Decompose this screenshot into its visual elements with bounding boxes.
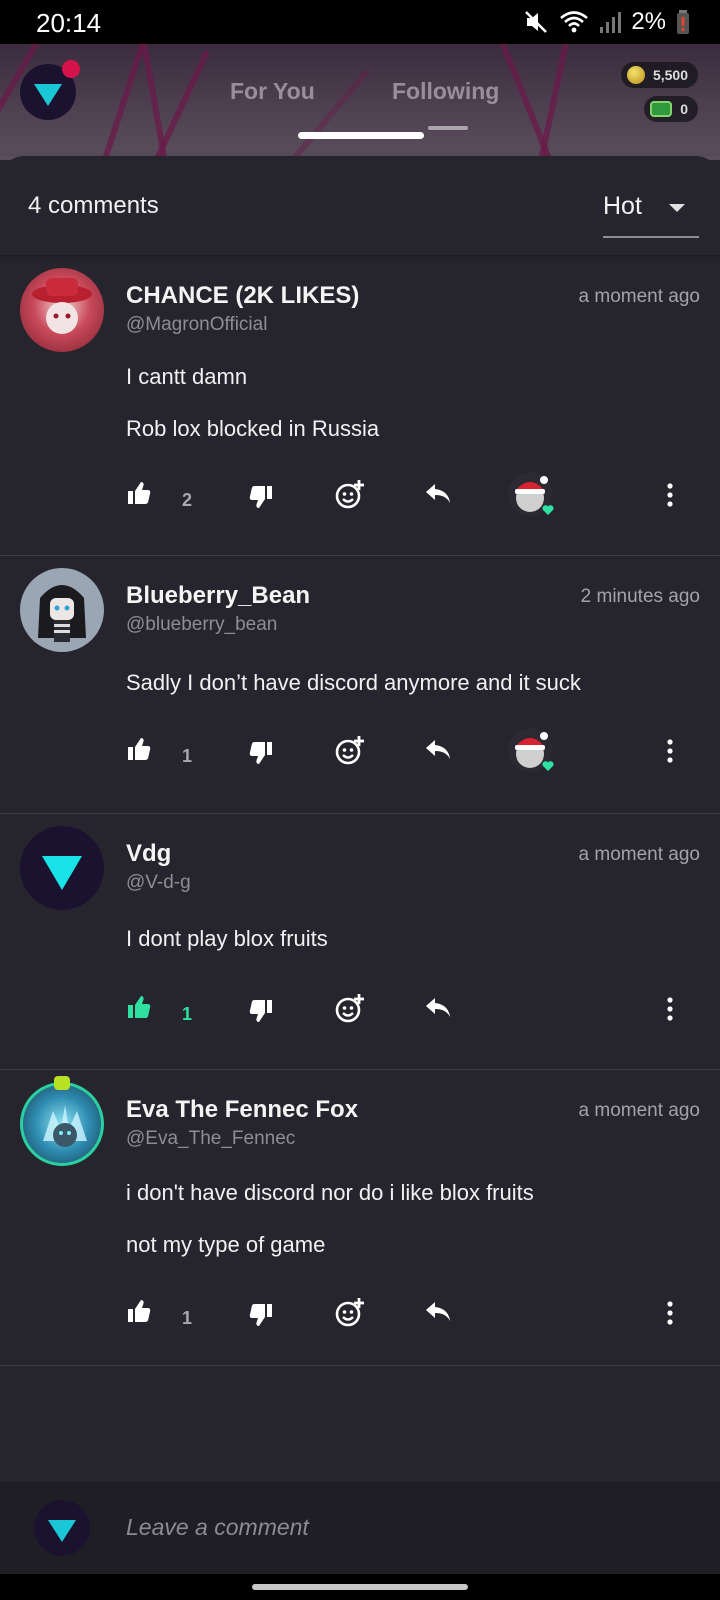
- cash-balance[interactable]: 0: [644, 96, 698, 122]
- like-count: 2: [182, 490, 193, 510]
- comment-text: I dont play blox fruits: [126, 926, 328, 951]
- reply-icon[interactable]: [424, 738, 452, 762]
- heart-icon: [542, 761, 554, 771]
- comment-timestamp: a moment ago: [578, 286, 700, 307]
- dislike-icon[interactable]: [248, 998, 274, 1024]
- avatar[interactable]: [20, 568, 104, 652]
- comment-actions: 1: [0, 728, 720, 780]
- avatar[interactable]: [20, 1082, 104, 1166]
- tab-following[interactable]: Following: [392, 78, 499, 105]
- sort-label: Hot: [603, 192, 642, 220]
- comment-count: 4 comments: [28, 192, 159, 219]
- comment-author-handle[interactable]: @blueberry_bean: [126, 614, 277, 636]
- comments-sheet: 4 comments Hot CHANCE (2K LIKES) @Magron…: [0, 156, 720, 1600]
- coins-value: 5,500: [652, 67, 688, 83]
- cash-icon: [650, 101, 673, 117]
- notification-dot: [62, 60, 80, 78]
- dislike-icon[interactable]: [248, 1302, 274, 1328]
- mute-icon: [525, 11, 548, 33]
- comment-text: I cantt damn: [126, 364, 248, 389]
- battery-low-icon: [677, 10, 689, 34]
- add-reaction-icon[interactable]: [334, 1296, 366, 1328]
- status-bar: 20:14 2%: [0, 0, 720, 44]
- like-icon[interactable]: [126, 1298, 152, 1324]
- comment-timestamp: a moment ago: [578, 844, 700, 865]
- tab-indicator: [428, 126, 468, 130]
- add-reaction-icon[interactable]: [334, 734, 366, 766]
- comment-author-handle[interactable]: @Eva_The_Fennec: [126, 1128, 295, 1150]
- wifi-icon: [560, 11, 589, 33]
- comment-text: Rob lox blocked in Russia: [126, 416, 380, 441]
- reply-icon[interactable]: [424, 1300, 452, 1324]
- comment-composer[interactable]: Leave a comment: [0, 1482, 720, 1574]
- comment-text: i don't have discord nor do i like blox …: [126, 1180, 534, 1205]
- top-header: For You Following 5,500 0: [0, 44, 720, 160]
- comment-item: Blueberry_Bean @blueberry_bean 2 minutes…: [0, 556, 720, 814]
- like-icon-active[interactable]: [126, 994, 152, 1020]
- comment-actions: 1: [0, 1298, 720, 1342]
- dislike-icon[interactable]: [248, 484, 274, 510]
- like-icon[interactable]: [126, 480, 152, 506]
- comment-text: Sadly I don’t have discord anymore and i…: [126, 670, 581, 695]
- coins-balance[interactable]: 5,500: [620, 62, 698, 88]
- comment-timestamp: a moment ago: [578, 1100, 700, 1121]
- comment-item: CHANCE (2K LIKES) @MagronOfficial a mome…: [0, 256, 720, 556]
- logo-triangle-icon: [34, 84, 62, 106]
- comment-timestamp: 2 minutes ago: [580, 586, 700, 607]
- more-options-icon[interactable]: [662, 1300, 678, 1326]
- like-icon[interactable]: [126, 736, 152, 762]
- like-count: 1: [182, 746, 193, 766]
- badge-icon: [54, 1076, 70, 1090]
- status-time: 20:14: [36, 8, 102, 38]
- system-nav-bar: [0, 1574, 720, 1600]
- more-options-icon[interactable]: [662, 996, 678, 1022]
- comment-author-name[interactable]: Vdg: [126, 840, 171, 868]
- creator-reaction-avatar: [508, 472, 554, 516]
- coin-icon: [626, 66, 645, 84]
- my-avatar: [34, 1500, 90, 1556]
- sheet-drag-handle[interactable]: [298, 132, 424, 139]
- add-reaction-icon[interactable]: [334, 478, 366, 510]
- avatar[interactable]: [20, 268, 104, 352]
- like-count: 1: [182, 1308, 193, 1328]
- comment-actions: 2: [0, 472, 720, 524]
- reply-icon[interactable]: [424, 482, 452, 506]
- creator-reaction-avatar: [508, 728, 554, 772]
- comment-author-name[interactable]: Eva The Fennec Fox: [126, 1096, 358, 1124]
- comment-author-name[interactable]: Blueberry_Bean: [126, 582, 310, 610]
- signal-icon: [600, 12, 622, 33]
- dropdown-caret-icon: [669, 204, 685, 212]
- cash-value: 0: [680, 101, 688, 117]
- logo-triangle-icon: [48, 1520, 76, 1542]
- more-options-icon[interactable]: [662, 482, 678, 508]
- comments-header: 4 comments Hot: [0, 156, 720, 256]
- more-options-icon[interactable]: [662, 738, 678, 764]
- like-count: 1: [182, 1004, 193, 1024]
- comment-item: Eva The Fennec Fox @Eva_The_Fennec a mom…: [0, 1070, 720, 1366]
- sort-dropdown[interactable]: Hot: [603, 180, 699, 238]
- tab-for-you[interactable]: For You: [230, 78, 315, 105]
- home-gesture-bar[interactable]: [252, 1584, 468, 1590]
- comment-actions: 1: [0, 994, 720, 1038]
- heart-icon: [542, 505, 554, 515]
- battery-percent: 2%: [631, 8, 666, 35]
- app-logo-button[interactable]: [20, 60, 80, 120]
- comment-author-handle[interactable]: @V-d-g: [126, 872, 191, 894]
- screen: 20:14 2% For You Following 5,500 0 4 com…: [0, 0, 720, 1600]
- comment-text: not my type of game: [126, 1232, 326, 1257]
- comment-author-name[interactable]: CHANCE (2K LIKES): [126, 282, 359, 310]
- dislike-icon[interactable]: [248, 740, 274, 766]
- comment-item: Vdg @V-d-g a moment ago I dont play blox…: [0, 814, 720, 1070]
- reply-icon[interactable]: [424, 996, 452, 1020]
- comment-author-handle[interactable]: @MagronOfficial: [126, 314, 267, 336]
- comment-input-placeholder[interactable]: Leave a comment: [126, 1514, 309, 1541]
- avatar[interactable]: [20, 826, 104, 910]
- add-reaction-icon[interactable]: [334, 992, 366, 1024]
- status-icons: 2%: [523, 8, 690, 36]
